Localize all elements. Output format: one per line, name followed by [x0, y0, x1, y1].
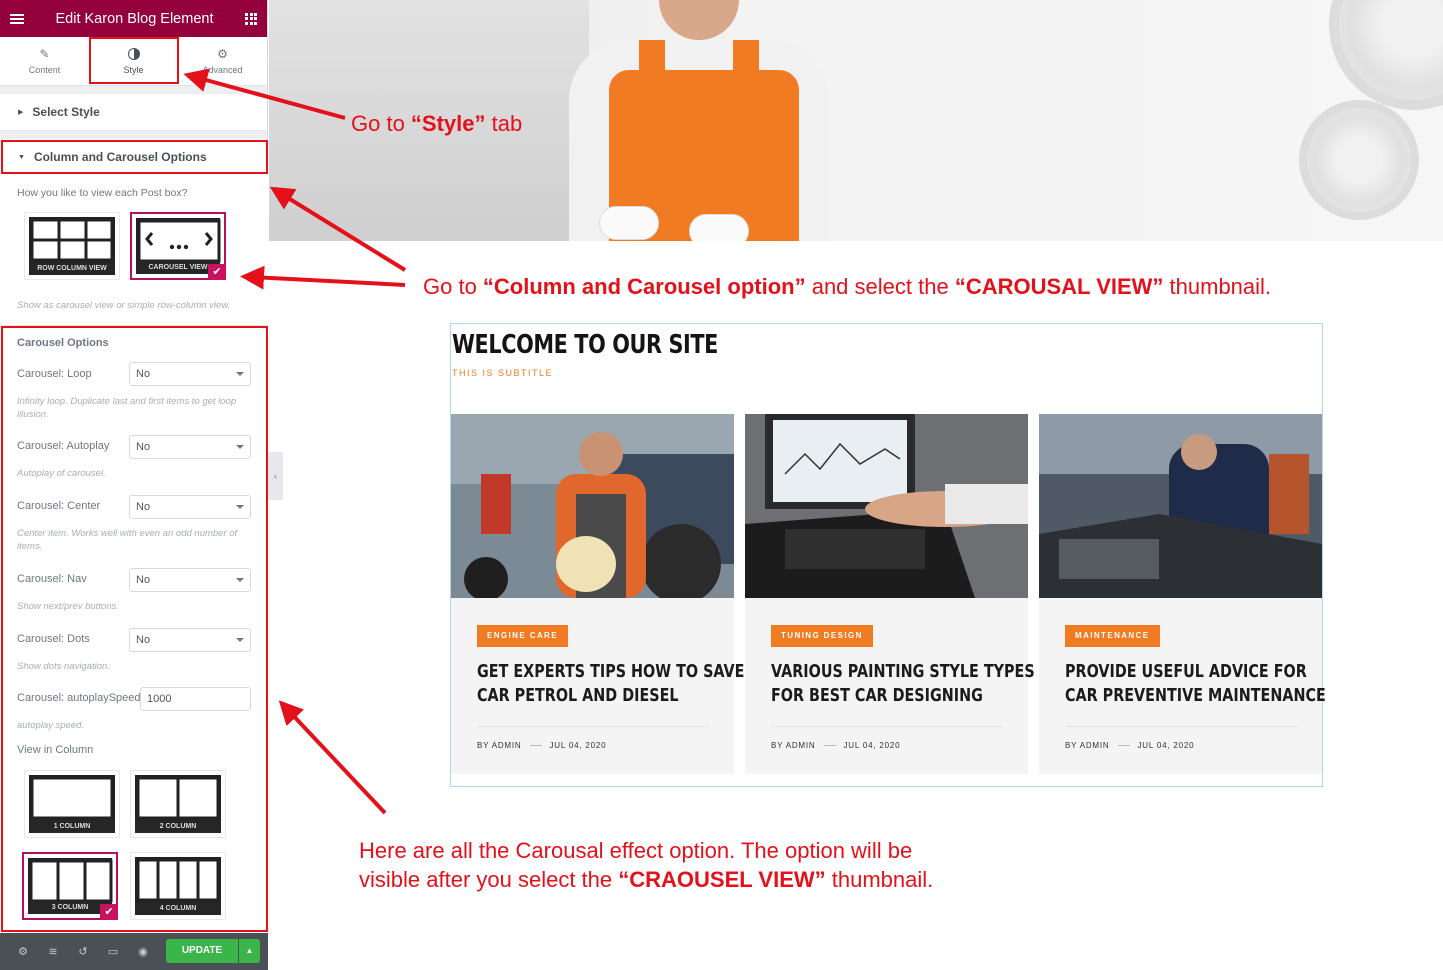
annotation-text: thumbnail. [825, 867, 934, 892]
tab-content[interactable]: ✎ Content [0, 37, 89, 85]
post-title-line: PROVIDE USEFUL ADVICE FOR [1065, 662, 1307, 682]
annotation-style-tab: Go to “Style” tab [351, 111, 522, 137]
view-question: How you like to view each Post box? [17, 187, 188, 199]
panel-header: Edit Karon Blog Element [0, 0, 267, 37]
gear-icon: ⚙ [217, 46, 228, 61]
view-help: Show as carousel view or simple row-colu… [17, 300, 231, 311]
annotation-line: visible after you select the “CRAOUSEL V… [359, 865, 933, 894]
preview-eye-icon[interactable]: ◉ [128, 945, 158, 958]
glove [689, 214, 749, 241]
post-title-line: CAR PREVENTIVE MAINTENANCE [1065, 686, 1326, 706]
update-options-caret-icon[interactable]: ▲ [239, 939, 260, 963]
arrow-to-carousel-options [278, 700, 387, 815]
mechanic-strap [733, 40, 759, 120]
section-title: WELCOME TO OUR SITE [452, 330, 718, 360]
post-author[interactable]: BY ADMIN [1065, 741, 1110, 750]
post-category-tag[interactable]: TUNING DESIGN [771, 625, 873, 647]
widgets-grid-icon[interactable] [245, 12, 257, 25]
post-meta: BY ADMIN JUL 04, 2020 [771, 741, 900, 750]
divider [1065, 726, 1297, 727]
checkmark-icon: ✔ [208, 264, 226, 280]
mechanic-strap [639, 40, 665, 120]
annotation-bold: “CRAOUSEL VIEW” [618, 867, 826, 892]
panel-footer: ⚙ ≋ ↺ ▭ ◉ UPDATE ▲ [0, 933, 268, 970]
settings-icon[interactable]: ⚙ [8, 945, 38, 958]
highlight-carousel-options [1, 326, 268, 932]
row-column-caption: ROW COLUMN VIEW [29, 262, 115, 275]
annotation-bold: “Style” [410, 111, 486, 136]
annotation-text: Go to [351, 111, 411, 136]
carousel-view-thumb[interactable]: CAROUSEL VIEW ✔ [130, 212, 226, 280]
arrow-to-carousel-thumb [240, 265, 406, 290]
row-column-view-thumb[interactable]: ROW COLUMN VIEW [24, 212, 120, 280]
post-title[interactable]: GET EXPERTS TIPS HOW TO SAVE CAR PETROL … [477, 660, 745, 708]
annotation-bold: “Column and Carousel option” [482, 274, 806, 299]
annotation-text: visible after you select the [359, 867, 619, 892]
post-title-line: GET EXPERTS TIPS HOW TO SAVE [477, 662, 745, 682]
row-column-art: ROW COLUMN VIEW [29, 217, 115, 275]
blog-preview: WELCOME TO OUR SITE THIS IS SUBTITLE ENG… [450, 323, 1326, 787]
meta-separator [529, 745, 542, 747]
tire-image [1329, 0, 1443, 110]
section-subtitle: THIS IS SUBTITLE [452, 368, 554, 378]
post-category-tag[interactable]: MAINTENANCE [1065, 625, 1160, 647]
navigator-icon[interactable]: ≋ [38, 945, 68, 958]
history-icon[interactable]: ↺ [68, 945, 98, 958]
post-date: JUL 04, 2020 [1137, 741, 1195, 750]
divider [771, 726, 1003, 727]
post-card[interactable]: TUNING DESIGN VARIOUS PAINTING STYLE TYP… [745, 414, 1035, 774]
highlight-style-tab [89, 37, 179, 84]
glove [599, 206, 659, 240]
brake-disc-image [1299, 100, 1419, 220]
post-card[interactable]: ENGINE CARE GET EXPERTS TIPS HOW TO SAVE… [451, 414, 745, 774]
section-select-style-label: Select Style [32, 105, 100, 119]
annotation-text: tab [485, 111, 523, 136]
post-image [745, 414, 1028, 598]
post-card[interactable]: MAINTENANCE PROVIDE USEFUL ADVICE FOR CA… [1039, 414, 1326, 774]
annotation-bold: “CAROUSAL VIEW” [954, 274, 1164, 299]
tab-advanced[interactable]: ⚙ Advanced [178, 37, 267, 85]
meta-separator [1117, 745, 1130, 747]
annotation-text: Here are all the Carousal effect option.… [359, 838, 913, 863]
pencil-icon: ✎ [39, 46, 50, 61]
highlight-column-section [1, 140, 268, 174]
post-image [451, 414, 734, 598]
annotation-carousel-effects: Here are all the Carousal effect option.… [359, 836, 933, 894]
engine-repair-photo [1039, 414, 1322, 598]
post-date: JUL 04, 2020 [549, 741, 607, 750]
post-meta: BY ADMIN JUL 04, 2020 [477, 741, 606, 750]
divider [477, 726, 709, 727]
caret-right-icon: ▶ [18, 109, 24, 116]
post-author[interactable]: BY ADMIN [771, 741, 816, 750]
post-category-tag[interactable]: ENGINE CARE [477, 625, 568, 647]
mechanic-face [659, 0, 739, 40]
panel-collapse-handle[interactable]: ‹ [268, 452, 283, 500]
post-title-line: CAR PETROL AND DIESEL [477, 686, 679, 706]
post-title[interactable]: VARIOUS PAINTING STYLE TYPES FOR BEST CA… [771, 660, 1035, 708]
post-title-line: VARIOUS PAINTING STYLE TYPES [771, 662, 1035, 682]
tab-content-label: Content [28, 64, 61, 75]
laptop-diagnostics-photo [745, 414, 1028, 598]
tab-advanced-label: Advanced [202, 64, 243, 75]
post-date: JUL 04, 2020 [843, 741, 901, 750]
post-image [1039, 414, 1322, 598]
annotation-text: Go to [423, 274, 483, 299]
annotation-text: thumbnail. [1163, 274, 1272, 299]
menu-icon[interactable] [10, 13, 24, 24]
post-title-line: FOR BEST CAR DESIGNING [771, 686, 983, 706]
annotation-text: and select the [805, 274, 955, 299]
post-author[interactable]: BY ADMIN [477, 741, 522, 750]
annotation-carousel-option: Go to “Column and Carousel option” and s… [423, 274, 1271, 300]
mechanic-garage-photo [451, 414, 734, 598]
panel-title: Edit Karon Blog Element [55, 10, 214, 27]
post-meta: BY ADMIN JUL 04, 2020 [1065, 741, 1194, 750]
update-button[interactable]: UPDATE [166, 939, 238, 963]
post-title[interactable]: PROVIDE USEFUL ADVICE FOR CAR PREVENTIVE… [1065, 660, 1326, 708]
meta-separator [823, 745, 836, 747]
section-select-style[interactable]: ▶ Select Style [0, 94, 267, 131]
responsive-icon[interactable]: ▭ [98, 945, 128, 958]
